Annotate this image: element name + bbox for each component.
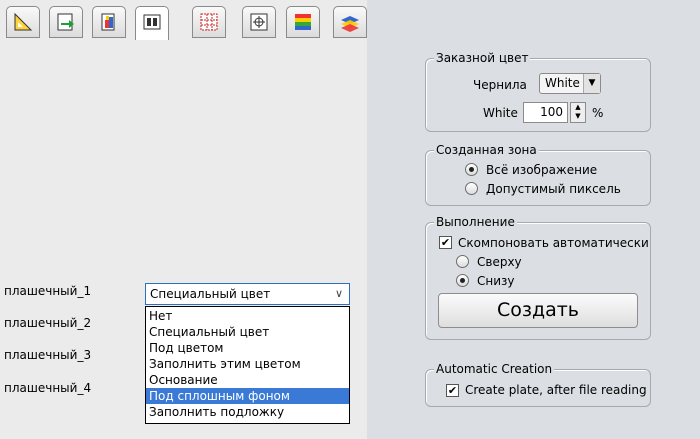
ruler-icon bbox=[14, 12, 33, 31]
dropdown-arrow-icon: ▼ bbox=[583, 74, 600, 93]
stack-tool-button[interactable] bbox=[333, 6, 367, 38]
zone-radio-whole[interactable] bbox=[465, 163, 478, 176]
settings-panel: Заказной цвет Чернила White ▼ White 100 … bbox=[367, 0, 700, 439]
dropdown-option[interactable]: Нет bbox=[146, 308, 349, 324]
white-amount-stepper[interactable]: ▲ ▼ bbox=[570, 102, 586, 123]
group-legend: Automatic Creation bbox=[434, 362, 555, 376]
paint-tool-button[interactable] bbox=[92, 6, 126, 38]
target-tool-button[interactable] bbox=[242, 6, 276, 38]
dropdown-option-selected[interactable]: Под сплошным фоном bbox=[146, 388, 349, 404]
ink-select[interactable]: White ▼ bbox=[539, 73, 601, 94]
ink-label: Чернила bbox=[473, 78, 527, 92]
layer-label: плашечный_1 bbox=[4, 284, 92, 298]
layers-panel: плашечный_1 плашечный_2 плашечный_3 плаш… bbox=[0, 0, 367, 439]
grid-tool-button[interactable] bbox=[192, 6, 226, 38]
white-amount-input[interactable]: 100 bbox=[523, 102, 568, 123]
color-bars-tool-button[interactable] bbox=[286, 6, 320, 38]
export-tool-button[interactable] bbox=[49, 6, 83, 38]
position-radio-bottom[interactable] bbox=[456, 274, 469, 287]
export-icon bbox=[57, 13, 74, 31]
white-amount-value: 100 bbox=[540, 105, 563, 119]
chevron-down-icon: ∨ bbox=[334, 287, 343, 300]
automatic-creation-group: Automatic Creation ✔ Create plate, after… bbox=[425, 362, 651, 407]
dropdown-option[interactable]: Специальный цвет bbox=[146, 324, 349, 340]
layer-type-value: Специальный цвет bbox=[150, 287, 271, 301]
position-radio-top[interactable] bbox=[456, 255, 469, 268]
dropdown-option[interactable]: Заполнить подложку bbox=[146, 404, 349, 420]
stack-icon bbox=[341, 16, 359, 32]
layer-label: плашечный_2 bbox=[4, 316, 92, 330]
white-label: White bbox=[483, 106, 518, 120]
custom-color-group: Заказной цвет Чернила White ▼ White 100 … bbox=[425, 51, 651, 132]
layer-label: плашечный_3 bbox=[4, 348, 92, 362]
create-button[interactable]: Создать bbox=[438, 293, 638, 328]
layers-icon bbox=[143, 14, 161, 30]
color-bars-icon bbox=[295, 14, 311, 30]
zone-radio-pixel[interactable] bbox=[465, 182, 478, 195]
group-legend: Созданная зона bbox=[434, 143, 539, 157]
layers-tool-button[interactable] bbox=[135, 6, 169, 40]
execution-group: Выполнение ✔ Скомпоновать автоматически … bbox=[425, 215, 651, 340]
ruler-tool-button[interactable] bbox=[6, 6, 40, 38]
zone-option-label: Допустимый пиксель bbox=[486, 182, 621, 196]
layer-type-dropdown: Нет Специальный цвет Под цветом Заполнит… bbox=[145, 306, 350, 424]
group-legend: Заказной цвет bbox=[434, 51, 531, 65]
created-zone-group: Созданная зона Всё изображение Допустимы… bbox=[425, 143, 651, 206]
target-icon bbox=[250, 13, 268, 31]
auto-compose-checkbox[interactable]: ✔ bbox=[439, 236, 452, 249]
percent-label: % bbox=[592, 106, 604, 120]
position-option-label: Сверху bbox=[477, 255, 522, 269]
layer-label: плашечный_4 bbox=[4, 381, 92, 395]
dropdown-option[interactable]: Заполнить этим цветом bbox=[146, 356, 349, 372]
ink-value: White bbox=[545, 76, 580, 90]
dropdown-option[interactable]: Под цветом bbox=[146, 340, 349, 356]
grid-icon bbox=[200, 13, 218, 31]
paint-icon bbox=[101, 13, 115, 31]
auto-compose-label: Скомпоновать автоматически bbox=[458, 236, 649, 250]
zone-option-label: Всё изображение bbox=[486, 163, 598, 177]
create-plate-label: Create plate, after file reading bbox=[465, 383, 647, 397]
position-option-label: Снизу bbox=[477, 274, 515, 288]
group-legend: Выполнение bbox=[434, 215, 517, 229]
dropdown-option[interactable]: Основание bbox=[146, 372, 349, 388]
layer-type-combo[interactable]: Специальный цвет ∨ bbox=[145, 283, 350, 305]
create-plate-checkbox[interactable]: ✔ bbox=[446, 384, 459, 397]
toolbar bbox=[0, 6, 367, 40]
